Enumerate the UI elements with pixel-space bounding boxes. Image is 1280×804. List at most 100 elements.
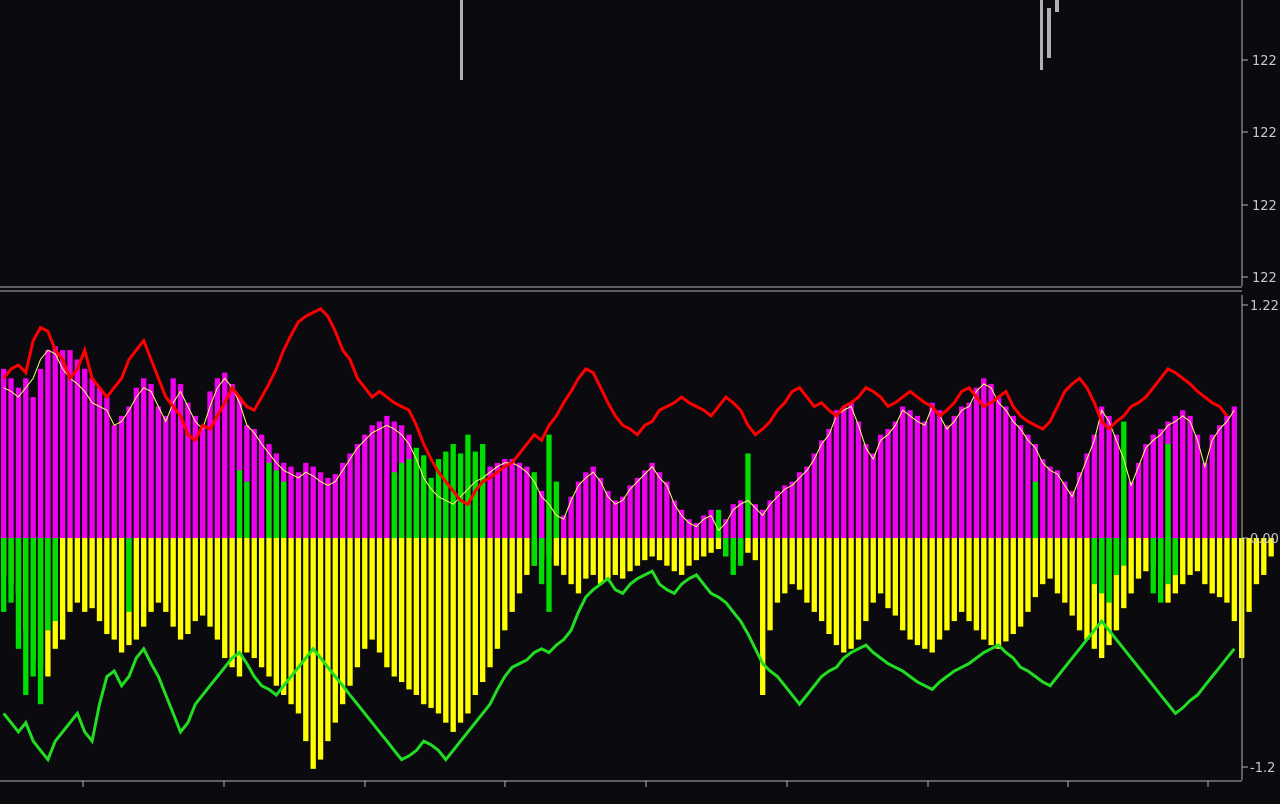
candle-wick bbox=[460, 0, 463, 80]
histogram-bar-yellow bbox=[752, 538, 758, 561]
histogram-bar-magenta bbox=[1106, 415, 1112, 538]
histogram-bar-green bbox=[1032, 481, 1039, 538]
histogram-bar-magenta bbox=[951, 415, 957, 538]
histogram-bar-magenta bbox=[922, 421, 928, 538]
histogram-bar-green bbox=[723, 538, 729, 557]
histogram-bar-green bbox=[45, 538, 51, 631]
histogram-bar-magenta bbox=[229, 383, 235, 538]
histogram-bar-yellow bbox=[936, 538, 943, 640]
histogram-bar-yellow bbox=[870, 538, 876, 603]
histogram-bar-green bbox=[1157, 538, 1164, 603]
histogram-bar-yellow bbox=[656, 538, 663, 561]
histogram-bar-magenta bbox=[37, 368, 44, 538]
histogram-bar-yellow bbox=[1202, 538, 1208, 585]
histogram-bar-yellow bbox=[428, 538, 434, 708]
histogram-bar-yellow bbox=[914, 538, 921, 646]
histogram-bar-magenta bbox=[1040, 459, 1046, 538]
histogram-bar-magenta bbox=[686, 519, 692, 538]
histogram-bar-magenta bbox=[15, 387, 22, 538]
histogram-bar-magenta bbox=[52, 346, 58, 538]
histogram-bar-magenta bbox=[1062, 481, 1068, 538]
histogram-bar-magenta bbox=[1091, 434, 1097, 538]
histogram-bar-magenta bbox=[855, 421, 862, 538]
histogram-bar-magenta bbox=[369, 425, 375, 538]
histogram-bar-yellow bbox=[561, 538, 567, 575]
histogram-bar-yellow bbox=[82, 538, 88, 612]
histogram-bar-green bbox=[1106, 538, 1112, 603]
histogram-bar-yellow bbox=[340, 538, 346, 705]
histogram-bar-magenta bbox=[30, 397, 36, 538]
histogram-bar-yellow bbox=[332, 538, 338, 723]
histogram-bar-yellow bbox=[1231, 538, 1237, 622]
histogram-bar-yellow bbox=[973, 538, 980, 631]
histogram-bar-yellow bbox=[627, 538, 633, 572]
histogram-bar-magenta bbox=[841, 406, 847, 538]
histogram-bar-magenta bbox=[1084, 453, 1090, 538]
histogram-bar-yellow bbox=[1076, 538, 1083, 631]
histogram-bar-magenta bbox=[1209, 434, 1215, 538]
histogram-bar-magenta bbox=[1010, 415, 1016, 538]
histogram-bar-magenta bbox=[649, 462, 655, 538]
histogram-bar-magenta bbox=[627, 485, 633, 538]
indicator-y-tick-label: 0.00 bbox=[1250, 532, 1279, 547]
histogram-bar-yellow bbox=[966, 538, 972, 622]
histogram-bar-yellow bbox=[435, 538, 442, 714]
histogram-bar-yellow bbox=[384, 538, 390, 668]
histogram-bar-magenta bbox=[1172, 415, 1179, 538]
histogram-bar-green bbox=[531, 538, 537, 566]
price-tick-label: 122 bbox=[1252, 126, 1277, 141]
histogram-bar-magenta bbox=[1202, 462, 1208, 538]
histogram-bar-magenta bbox=[885, 429, 891, 538]
histogram-bar-green bbox=[1099, 538, 1105, 594]
candle-body bbox=[1055, 0, 1059, 12]
histogram-bar-yellow bbox=[207, 538, 213, 627]
histogram-bar-yellow bbox=[833, 538, 840, 646]
histogram-bar-yellow bbox=[855, 538, 862, 640]
histogram-bar-green bbox=[1121, 421, 1127, 538]
histogram-bar-magenta bbox=[1231, 406, 1237, 538]
histogram-bar-magenta bbox=[612, 500, 618, 538]
histogram-bar-yellow bbox=[649, 538, 655, 557]
histogram-bar-yellow bbox=[1194, 538, 1201, 572]
histogram-bar-yellow bbox=[929, 538, 935, 653]
histogram-bar-magenta bbox=[995, 397, 1002, 538]
histogram-bar-yellow bbox=[634, 538, 641, 566]
histogram-bar-yellow bbox=[413, 538, 420, 695]
histogram-bar-yellow bbox=[848, 538, 854, 649]
chart-window: 122 122 122 122 1.22 0.00 -1.2 bbox=[0, 0, 1280, 800]
histogram-bar-yellow bbox=[789, 538, 795, 585]
histogram-bar-magenta bbox=[104, 397, 110, 538]
histogram-bar-magenta bbox=[288, 466, 294, 538]
histogram-bar-green bbox=[465, 434, 471, 538]
histogram-bar-yellow bbox=[148, 538, 154, 612]
histogram-bar-yellow bbox=[325, 538, 331, 742]
histogram-bar-green bbox=[1, 538, 7, 612]
histogram-bar-magenta bbox=[789, 481, 795, 538]
histogram-bar-yellow bbox=[1135, 538, 1142, 579]
histogram-bar-magenta bbox=[892, 421, 898, 538]
histogram-bar-magenta bbox=[332, 474, 338, 538]
histogram-bar-green bbox=[413, 447, 420, 538]
histogram-bar-yellow bbox=[877, 538, 884, 594]
histogram-bar-green bbox=[737, 538, 744, 566]
histogram-bar-magenta bbox=[214, 378, 221, 538]
histogram-bar-magenta bbox=[295, 472, 302, 538]
histogram-bar-magenta bbox=[347, 453, 353, 538]
histogram-bar-green bbox=[745, 453, 751, 538]
histogram-bar-yellow bbox=[922, 538, 928, 649]
price-tick-label: 122 bbox=[1252, 54, 1277, 69]
histogram-bar-yellow bbox=[620, 538, 626, 579]
histogram-bar-magenta bbox=[959, 406, 965, 538]
histogram-bar-yellow bbox=[678, 538, 685, 575]
histogram-bar-magenta bbox=[804, 466, 810, 538]
histogram-bar-yellow bbox=[133, 538, 139, 640]
histogram-bar-yellow bbox=[1040, 538, 1046, 585]
histogram-bar-yellow bbox=[273, 538, 279, 686]
histogram-bar-yellow bbox=[1209, 538, 1215, 594]
histogram-bar-green bbox=[421, 455, 427, 538]
histogram-bar-yellow bbox=[443, 538, 449, 723]
histogram-bar-yellow bbox=[1084, 538, 1090, 640]
histogram-bar-yellow bbox=[354, 538, 361, 668]
histogram-bar-magenta bbox=[177, 383, 184, 538]
histogram-bar-magenta bbox=[362, 434, 368, 538]
